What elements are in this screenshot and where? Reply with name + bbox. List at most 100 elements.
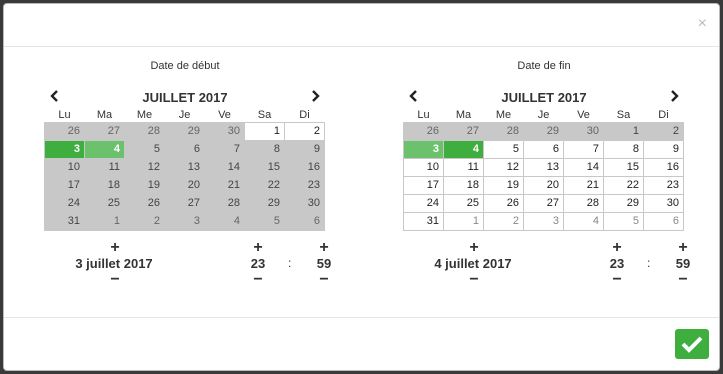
confirm-button[interactable] bbox=[675, 329, 709, 359]
calendar-day[interactable]: 11 bbox=[443, 157, 484, 177]
calendar-day[interactable]: 6 bbox=[643, 211, 684, 231]
calendar-day[interactable]: 29 bbox=[603, 193, 644, 213]
calendar-day[interactable]: 26 bbox=[124, 193, 165, 213]
calendar-day[interactable]: 30 bbox=[563, 121, 604, 141]
calendar-day[interactable]: 23 bbox=[284, 175, 325, 195]
calendar-day[interactable]: 15 bbox=[603, 157, 644, 177]
calendar-day[interactable]: 25 bbox=[84, 193, 125, 213]
calendar-day[interactable]: 8 bbox=[603, 139, 644, 159]
calendar-day[interactable]: 12 bbox=[483, 157, 524, 177]
calendar-day[interactable]: 5 bbox=[603, 211, 644, 231]
calendar-day[interactable]: 10 bbox=[44, 157, 85, 177]
calendar-day[interactable]: 3 bbox=[164, 211, 205, 231]
calendar-day[interactable]: 4 bbox=[563, 211, 604, 231]
calendar-day[interactable]: 29 bbox=[244, 193, 285, 213]
start-hour-decrement-button[interactable]: − bbox=[248, 271, 268, 287]
calendar-day[interactable]: 17 bbox=[44, 175, 85, 195]
calendar-day[interactable]: 1 bbox=[244, 121, 285, 141]
calendar-day[interactable]: 30 bbox=[643, 193, 684, 213]
calendar-day[interactable]: 27 bbox=[523, 193, 564, 213]
calendar-day[interactable]: 16 bbox=[643, 157, 684, 177]
calendar-day[interactable]: 31 bbox=[403, 211, 444, 231]
calendar-day[interactable]: 1 bbox=[443, 211, 484, 231]
calendar-day[interactable]: 22 bbox=[603, 175, 644, 195]
calendar-day[interactable]: 30 bbox=[284, 193, 325, 213]
calendar-day[interactable]: 3 bbox=[44, 139, 85, 159]
calendar-day[interactable]: 29 bbox=[164, 121, 205, 141]
end-hour-increment-button[interactable]: + bbox=[607, 239, 627, 255]
start-minute-increment-button[interactable]: + bbox=[314, 239, 334, 255]
calendar-day[interactable]: 29 bbox=[523, 121, 564, 141]
calendar-day[interactable]: 17 bbox=[403, 175, 444, 195]
calendar-day[interactable]: 3 bbox=[403, 139, 444, 159]
calendar-day[interactable]: 6 bbox=[164, 139, 205, 159]
calendar-day[interactable]: 20 bbox=[523, 175, 564, 195]
calendar-day[interactable]: 20 bbox=[164, 175, 205, 195]
calendar-day[interactable]: 19 bbox=[483, 175, 524, 195]
calendar-day[interactable]: 18 bbox=[443, 175, 484, 195]
end-next-month-chevron-right-icon[interactable] bbox=[669, 88, 679, 108]
calendar-day[interactable]: 24 bbox=[403, 193, 444, 213]
start-prev-month-chevron-left-icon[interactable] bbox=[50, 88, 60, 108]
calendar-day[interactable]: 8 bbox=[244, 139, 285, 159]
calendar-day[interactable]: 1 bbox=[84, 211, 125, 231]
calendar-day[interactable]: 5 bbox=[483, 139, 524, 159]
calendar-day[interactable]: 11 bbox=[84, 157, 125, 177]
calendar-day[interactable]: 14 bbox=[563, 157, 604, 177]
calendar-day[interactable]: 3 bbox=[523, 211, 564, 231]
calendar-day[interactable]: 31 bbox=[44, 211, 85, 231]
calendar-day[interactable]: 4 bbox=[84, 139, 125, 159]
end-prev-month-chevron-left-icon[interactable] bbox=[409, 88, 419, 108]
calendar-day[interactable]: 28 bbox=[204, 193, 245, 213]
calendar-day[interactable]: 28 bbox=[124, 121, 165, 141]
calendar-day[interactable]: 30 bbox=[204, 121, 245, 141]
end-minute-increment-button[interactable]: + bbox=[673, 239, 693, 255]
calendar-day[interactable]: 2 bbox=[483, 211, 524, 231]
calendar-day[interactable]: 14 bbox=[204, 157, 245, 177]
calendar-day[interactable]: 16 bbox=[284, 157, 325, 177]
calendar-day[interactable]: 26 bbox=[483, 193, 524, 213]
calendar-day[interactable]: 13 bbox=[164, 157, 205, 177]
calendar-day[interactable]: 22 bbox=[244, 175, 285, 195]
calendar-day[interactable]: 18 bbox=[84, 175, 125, 195]
calendar-day[interactable]: 24 bbox=[44, 193, 85, 213]
calendar-day[interactable]: 1 bbox=[603, 121, 644, 141]
calendar-day[interactable]: 9 bbox=[643, 139, 684, 159]
calendar-day[interactable]: 27 bbox=[84, 121, 125, 141]
calendar-day[interactable]: 28 bbox=[483, 121, 524, 141]
calendar-day[interactable]: 26 bbox=[44, 121, 85, 141]
calendar-day[interactable]: 10 bbox=[403, 157, 444, 177]
close-icon[interactable]: × bbox=[698, 16, 707, 32]
end-minute-decrement-button[interactable]: − bbox=[673, 271, 693, 287]
calendar-day[interactable]: 21 bbox=[204, 175, 245, 195]
end-date-increment-button[interactable]: + bbox=[464, 239, 484, 255]
calendar-day[interactable]: 28 bbox=[563, 193, 604, 213]
calendar-day[interactable]: 2 bbox=[643, 121, 684, 141]
calendar-day[interactable]: 7 bbox=[204, 139, 245, 159]
calendar-day[interactable]: 2 bbox=[284, 121, 325, 141]
calendar-day[interactable]: 21 bbox=[563, 175, 604, 195]
calendar-day[interactable]: 12 bbox=[124, 157, 165, 177]
calendar-day[interactable]: 4 bbox=[204, 211, 245, 231]
calendar-day[interactable]: 27 bbox=[164, 193, 205, 213]
calendar-day[interactable]: 23 bbox=[643, 175, 684, 195]
calendar-day[interactable]: 6 bbox=[284, 211, 325, 231]
start-date-decrement-button[interactable]: − bbox=[105, 271, 125, 287]
calendar-day[interactable]: 26 bbox=[403, 121, 444, 141]
calendar-day[interactable]: 4 bbox=[443, 139, 484, 159]
start-date-increment-button[interactable]: + bbox=[105, 239, 125, 255]
calendar-day[interactable]: 13 bbox=[523, 157, 564, 177]
end-date-decrement-button[interactable]: − bbox=[464, 271, 484, 287]
calendar-day[interactable]: 5 bbox=[124, 139, 165, 159]
start-next-month-chevron-right-icon[interactable] bbox=[310, 88, 320, 108]
calendar-day[interactable]: 27 bbox=[443, 121, 484, 141]
start-minute-decrement-button[interactable]: − bbox=[314, 271, 334, 287]
calendar-day[interactable]: 2 bbox=[124, 211, 165, 231]
calendar-day[interactable]: 9 bbox=[284, 139, 325, 159]
start-hour-increment-button[interactable]: + bbox=[248, 239, 268, 255]
calendar-day[interactable]: 5 bbox=[244, 211, 285, 231]
calendar-day[interactable]: 6 bbox=[523, 139, 564, 159]
calendar-day[interactable]: 15 bbox=[244, 157, 285, 177]
calendar-day[interactable]: 7 bbox=[563, 139, 604, 159]
calendar-day[interactable]: 19 bbox=[124, 175, 165, 195]
